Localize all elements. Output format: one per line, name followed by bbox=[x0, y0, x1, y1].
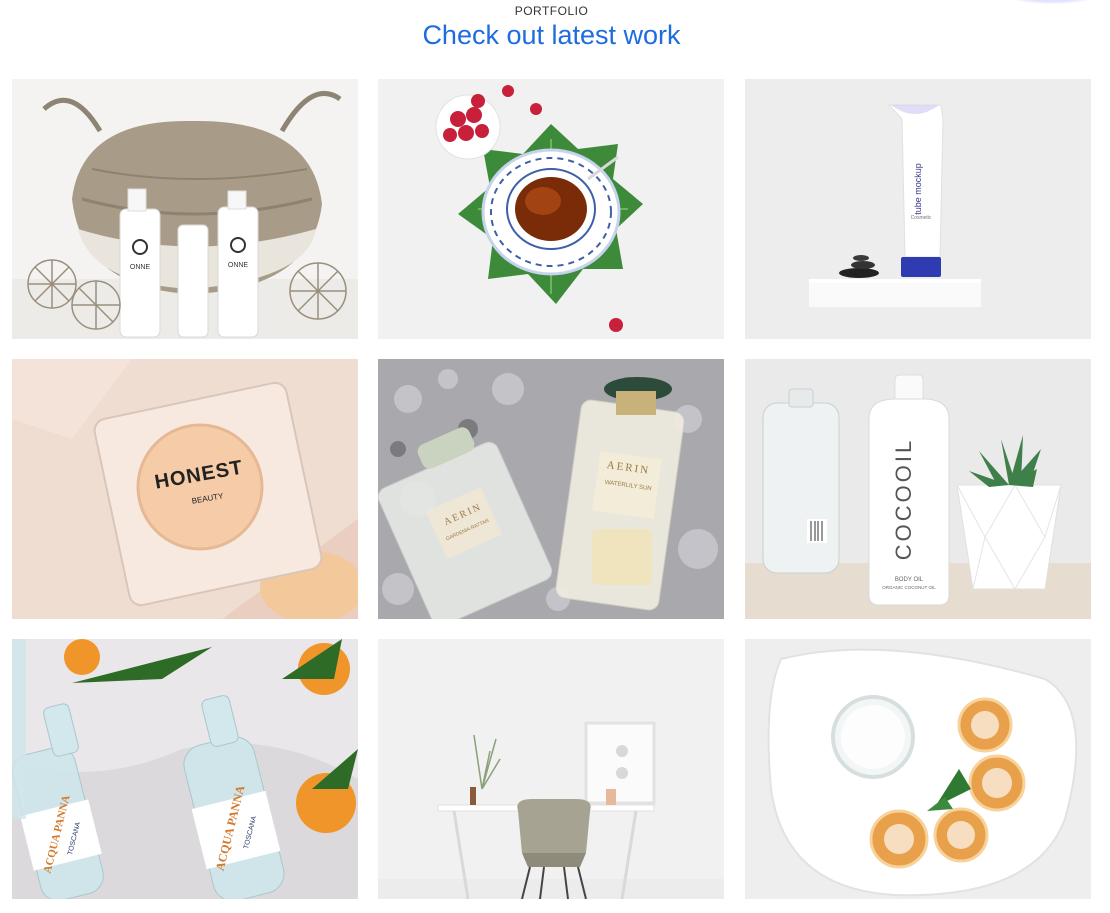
portfolio-item-acqua-panna[interactable]: ACQUA PANNA TOSCANA ACQUA PANNA TOSCANA bbox=[12, 639, 358, 899]
tube-label: tube mockup bbox=[913, 163, 923, 215]
portfolio-item-honest-beauty[interactable]: HONEST BEAUTY bbox=[12, 359, 358, 619]
section-title: Check out latest work bbox=[422, 20, 681, 50]
portfolio-item-tube-mockup[interactable]: tube mockup Cosmetic bbox=[745, 79, 1091, 339]
aerin-perfume-image: AERIN GARDENIA RATTAN AERIN WATERLILY SU… bbox=[378, 359, 724, 619]
portfolio-item-aerin-perfume[interactable]: AERIN GARDENIA RATTAN AERIN WATERLILY SU… bbox=[378, 359, 724, 619]
onne-label-right: ONNE bbox=[228, 262, 249, 269]
cocooil-label: COCOOIL bbox=[891, 438, 916, 560]
desk-chair-image bbox=[378, 639, 724, 899]
tube-mockup-image: tube mockup Cosmetic bbox=[745, 79, 1091, 339]
honest-beauty-image: HONEST BEAUTY bbox=[12, 359, 358, 619]
tube-sublabel: Cosmetic bbox=[911, 215, 932, 221]
onne-label-left: ONNE bbox=[130, 264, 151, 271]
body-oil-label: BODY OIL bbox=[895, 577, 924, 583]
portfolio-item-plate-pancakes[interactable] bbox=[745, 639, 1091, 899]
cocooil-image: COCOOIL BODY OIL ORGANIC COCONUT OIL bbox=[745, 359, 1091, 619]
portfolio-item-basket-skincare[interactable]: ONNE ONNE bbox=[12, 79, 358, 339]
portfolio-item-cocooil[interactable]: COCOOIL BODY OIL ORGANIC COCONUT OIL bbox=[745, 359, 1091, 619]
section-kicker: PORTFOLIO bbox=[514, 4, 589, 18]
acqua-panna-image: ACQUA PANNA TOSCANA ACQUA PANNA TOSCANA bbox=[12, 639, 358, 899]
plate-pancakes-image bbox=[745, 639, 1091, 899]
basket-skincare-image: ONNE ONNE bbox=[12, 79, 358, 339]
portfolio-item-desk-chair[interactable] bbox=[378, 639, 724, 899]
tea-raspberries-image bbox=[378, 79, 724, 339]
portfolio-item-tea-raspberries[interactable] bbox=[378, 79, 724, 339]
coconut-oil-label: ORGANIC COCONUT OIL bbox=[882, 585, 936, 590]
